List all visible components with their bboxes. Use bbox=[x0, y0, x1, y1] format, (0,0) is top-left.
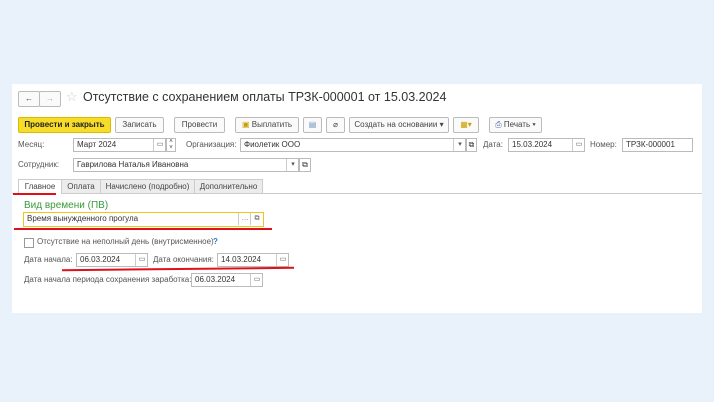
calendar-icon[interactable]: ▭ bbox=[572, 139, 585, 151]
month-stepper[interactable]: ˄ ˅ bbox=[166, 138, 176, 152]
number-field[interactable]: ТРЗК-000001 bbox=[622, 138, 693, 152]
highlight-underline bbox=[13, 193, 56, 195]
attachment-button[interactable]: ⌀ bbox=[326, 117, 345, 133]
open-icon[interactable]: ⧉ bbox=[250, 213, 263, 225]
calendar-icon[interactable]: ▭ bbox=[153, 139, 166, 151]
partial-day-label: Отсутствие на неполный день (внутрисменн… bbox=[37, 237, 214, 246]
pay-button[interactable]: ▣ Выплатить bbox=[235, 117, 299, 133]
favorite-star-icon[interactable]: ☆ bbox=[66, 89, 78, 105]
back-button[interactable]: ← bbox=[18, 91, 40, 107]
chevron-down-icon[interactable]: ▾ bbox=[286, 159, 299, 171]
partial-day-checkbox[interactable] bbox=[24, 238, 34, 248]
end-date-field[interactable]: 14.03.2024 ▭ bbox=[217, 253, 289, 267]
employee-label: Сотрудник: bbox=[18, 160, 60, 169]
highlight-underline bbox=[14, 228, 272, 230]
employee-open-button[interactable]: ⧉ bbox=[299, 158, 311, 172]
list-icon-button[interactable]: ▤ bbox=[303, 117, 322, 133]
start-date-label: Дата начала: bbox=[24, 255, 73, 264]
post-and-close-button[interactable]: Провести и закрыть bbox=[18, 117, 111, 133]
organization-open-button[interactable]: ⧉ bbox=[466, 138, 477, 152]
date-label: Дата: bbox=[483, 140, 503, 149]
calendar-icon[interactable]: ▭ bbox=[250, 274, 263, 286]
month-label: Месяц: bbox=[18, 140, 45, 149]
period-start-label: Дата начала периода сохранения заработка… bbox=[24, 275, 192, 284]
calendar-icon[interactable]: ▭ bbox=[276, 254, 289, 266]
number-label: Номер: bbox=[590, 140, 617, 149]
tab-additional[interactable]: Дополнительно bbox=[194, 179, 263, 194]
tab-payment[interactable]: Оплата bbox=[61, 179, 101, 194]
period-start-field[interactable]: 06.03.2024 ▭ bbox=[191, 273, 263, 287]
tab-main[interactable]: Главное bbox=[18, 179, 62, 194]
forward-button[interactable]: → bbox=[39, 91, 61, 107]
employee-field[interactable]: Гаврилова Наталья Ивановна ▾ bbox=[73, 158, 299, 172]
print-button[interactable]: ⎙ Печать ▾ bbox=[489, 117, 542, 133]
start-date-field[interactable]: 06.03.2024 ▭ bbox=[76, 253, 148, 267]
paperclip-icon: ⌀ bbox=[333, 120, 338, 129]
calendar-icon[interactable]: ▭ bbox=[135, 254, 148, 266]
post-button[interactable]: Провести bbox=[174, 117, 225, 133]
tab-accrued-detailed[interactable]: Начислено (подробно) bbox=[100, 179, 195, 194]
pay-icon: ▣ bbox=[241, 120, 250, 129]
date-field[interactable]: 15.03.2024 ▭ bbox=[508, 138, 585, 152]
chevron-down-icon[interactable]: ▾ bbox=[453, 139, 466, 151]
chevron-down-icon: ▾ bbox=[439, 120, 444, 129]
printer-icon: ⎙ bbox=[495, 120, 502, 129]
report-menu-button[interactable]: ▦▾ bbox=[453, 117, 479, 133]
create-based-button[interactable]: Создать на основании ▾ bbox=[349, 117, 449, 133]
organization-field[interactable]: Фиолетик ООО ▾ bbox=[240, 138, 466, 152]
organization-label: Организация: bbox=[186, 140, 237, 149]
time-type-field[interactable]: Время вынужденного прогула… ⧉ bbox=[23, 212, 264, 227]
help-icon[interactable]: ? bbox=[213, 236, 218, 248]
time-type-title: Вид времени (ПВ) bbox=[24, 200, 109, 211]
page-title: Отсутствие с сохранением оплаты ТРЗК-000… bbox=[83, 90, 447, 104]
month-field[interactable]: Март 2024 ▭ bbox=[73, 138, 166, 152]
end-date-label: Дата окончания: bbox=[153, 255, 214, 264]
save-button[interactable]: Записать bbox=[115, 117, 164, 133]
